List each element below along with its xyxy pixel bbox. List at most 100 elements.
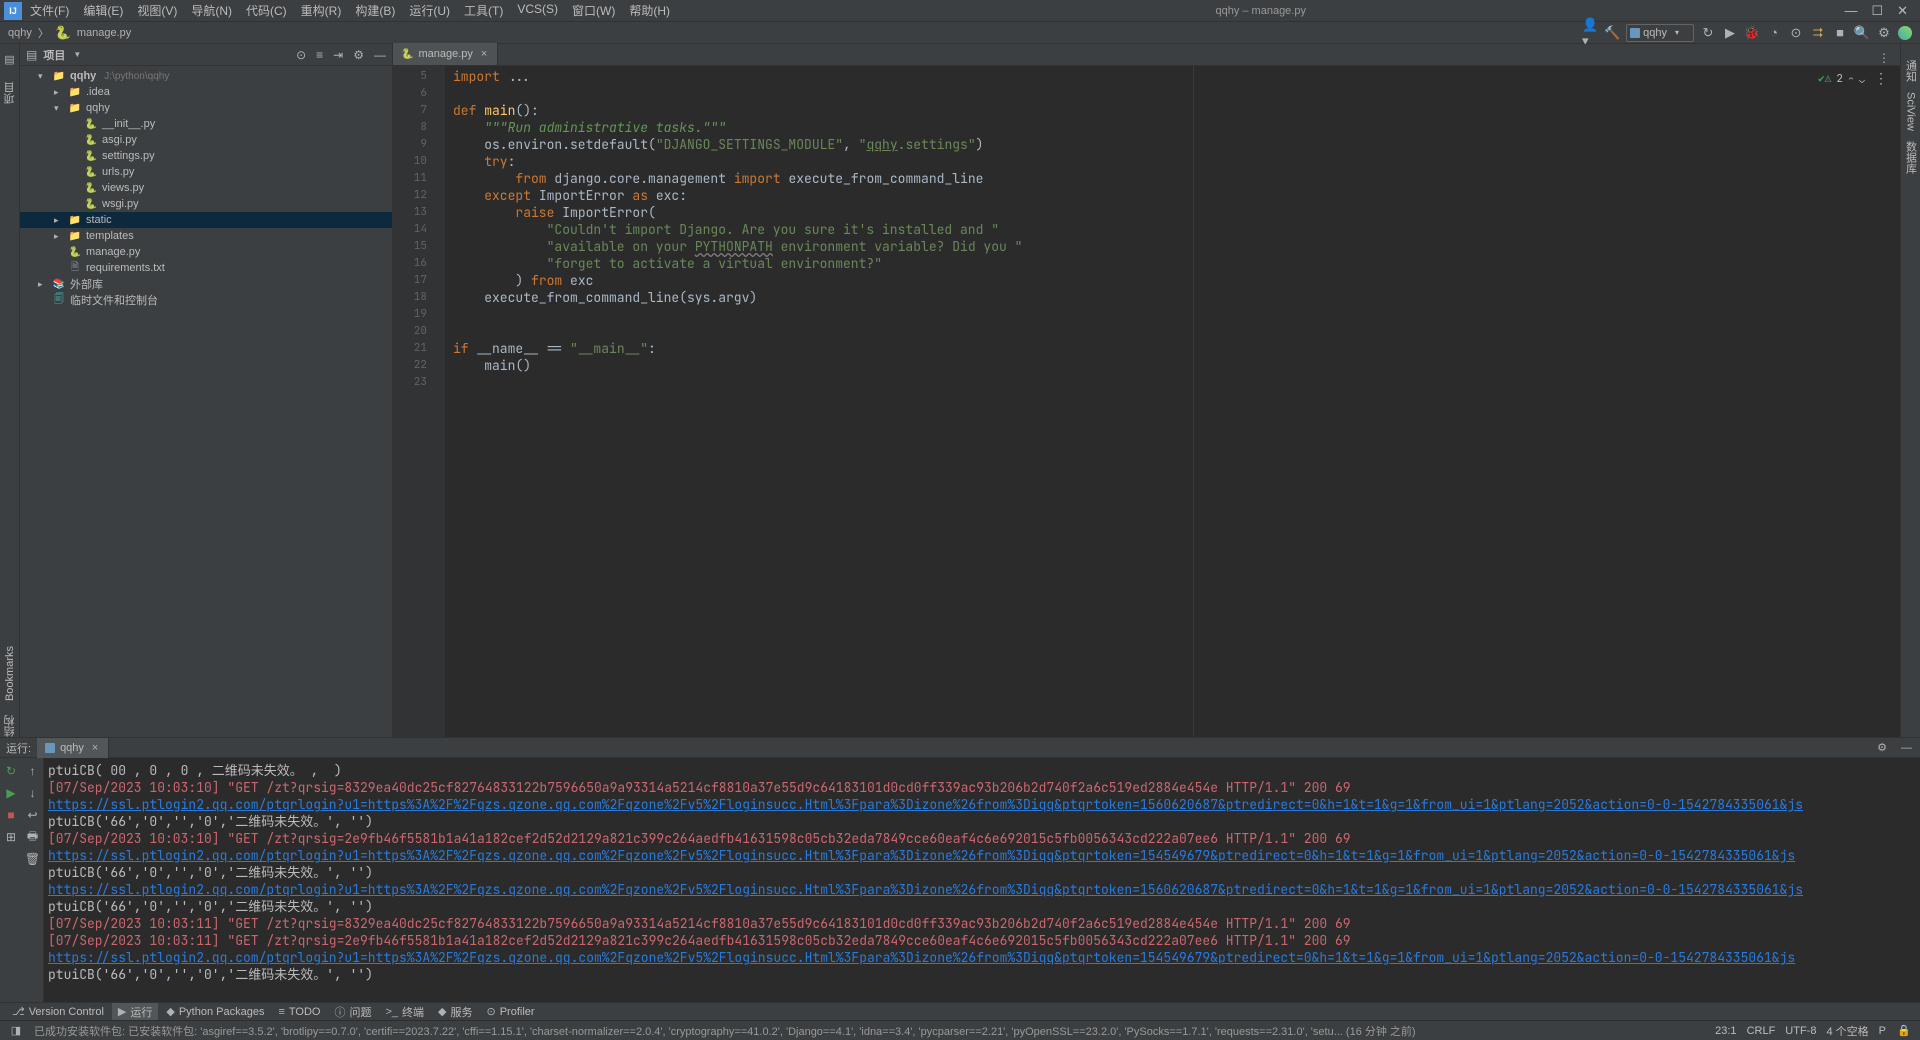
bottom-tab[interactable]: ⓘ问题 (328, 1003, 377, 1021)
menu-item[interactable]: 帮助(H) (622, 0, 677, 21)
menu-item[interactable]: 窗口(W) (565, 0, 622, 21)
locate-icon[interactable]: ⊙ (296, 48, 306, 62)
project-tree[interactable]: ▾📁qqhyJ:\python\qqhy ▸📁.idea ▾📁qqhy 🐍__i… (20, 66, 392, 737)
chevron-down-icon[interactable]: ▼ (73, 50, 81, 59)
minimize-icon[interactable]: — (1844, 3, 1857, 19)
menu-item[interactable]: VCS(S) (510, 0, 565, 21)
sciview-button[interactable]: SciView (1905, 92, 1917, 131)
wrap-icon[interactable]: ↩ (27, 806, 37, 824)
stop-icon[interactable]: ■ (7, 806, 14, 824)
tree-scratches[interactable]: 🗐临时文件和控制台 (20, 292, 392, 308)
menu-item[interactable]: 代码(C) (239, 0, 294, 21)
run-tab-qqhy[interactable]: qqhy × (37, 738, 109, 758)
menu-item[interactable]: 文件(F) (23, 0, 76, 21)
tree-pyfile[interactable]: 🐍asgi.py (20, 132, 392, 148)
chevron-down-icon[interactable]: ⌄ (1859, 73, 1865, 86)
trash-icon[interactable]: 🗑 (25, 850, 40, 868)
tool-windows-icon[interactable]: ◨ (8, 1023, 24, 1039)
database-button[interactable]: 数据库 (1903, 141, 1919, 174)
menu-item[interactable]: 编辑(E) (76, 0, 130, 21)
bottom-tab[interactable]: ⎇Version Control (6, 1004, 110, 1019)
tabs-more-icon[interactable]: ⋮ (1878, 51, 1890, 65)
close-icon[interactable]: ✕ (1897, 3, 1908, 19)
bottom-tab[interactable]: ▶运行 (112, 1003, 158, 1021)
expand-all-icon[interactable]: ≡ (316, 48, 323, 62)
bottom-tab[interactable]: ◆Python Packages (160, 1004, 270, 1019)
close-run-tab-icon[interactable]: × (92, 742, 98, 754)
gear-icon[interactable]: ⚙ (353, 48, 364, 62)
inspection-widget[interactable]: ✔⚠ 2 ⌃ ⌄ ⋮ (1818, 70, 1888, 88)
menu-item[interactable]: 运行(U) (402, 0, 457, 21)
menu-item[interactable]: 重构(R) (294, 0, 349, 21)
hide-icon[interactable]: — (374, 48, 386, 62)
tree-pyfile[interactable]: 🐍wsgi.py (20, 196, 392, 212)
search-everywhere-icon[interactable]: 🔍 (1854, 25, 1870, 41)
gear-icon[interactable]: ⚙ (1877, 741, 1887, 754)
down-icon[interactable]: ↓ (30, 784, 36, 802)
rerun-failed-icon[interactable]: ▶ (6, 784, 15, 802)
menu-item[interactable]: 导航(N) (184, 0, 239, 21)
tab-manage-py[interactable]: 🐍 manage.py × (393, 43, 498, 65)
tree-pkg[interactable]: ▾📁qqhy (20, 100, 392, 116)
tree-static[interactable]: ▸📁static (20, 212, 392, 228)
bookmarks-button[interactable]: Bookmarks (4, 646, 16, 701)
tree-pyfile[interactable]: 🐍views.py (20, 180, 392, 196)
tree-ext-lib[interactable]: ▸📚外部库 (20, 276, 392, 292)
tree-pyfile[interactable]: 🐍__init__.py (20, 116, 392, 132)
tree-templates[interactable]: ▸📁templates (20, 228, 392, 244)
caret-position[interactable]: 23:1 (1715, 1025, 1736, 1037)
collapse-all-icon[interactable]: ⇥ (333, 48, 343, 62)
console-output[interactable]: ptuiCB( 00 , 0 , 0 , 二维码未失效。 , )[07/Sep/… (44, 758, 1920, 1002)
notifications-button[interactable]: 通知 (1903, 60, 1919, 82)
project-tool-button[interactable]: ▤ (2, 50, 18, 68)
print-icon[interactable]: 🖶 (27, 828, 38, 846)
bottom-tab[interactable]: ◆服务 (432, 1003, 478, 1021)
interpreter[interactable]: P (1879, 1025, 1886, 1037)
console-link[interactable]: https://ssl.ptlogin2.qq.com/ptqrlogin?u1… (48, 847, 1916, 864)
ai-assistant-icon[interactable] (1898, 26, 1912, 40)
breadcrumb-project[interactable]: qqhy (8, 27, 32, 39)
console-link[interactable]: https://ssl.ptlogin2.qq.com/ptqrlogin?u1… (48, 949, 1916, 966)
breadcrumb-file[interactable]: manage.py (77, 27, 131, 39)
lock-icon[interactable]: 🔒 (1896, 1023, 1912, 1039)
run-icon[interactable]: ▶ (1722, 25, 1738, 41)
menu-item[interactable]: 工具(T) (457, 0, 510, 21)
more-icon[interactable]: ⋮ (1874, 70, 1888, 88)
debug-icon[interactable]: 🐞 (1744, 25, 1760, 41)
user-icon[interactable]: 👤▾ (1582, 25, 1598, 41)
menu-item[interactable]: 构建(B) (348, 0, 402, 21)
menu-item[interactable]: 视图(V) (130, 0, 184, 21)
up-icon[interactable]: ↑ (30, 762, 36, 780)
stop-icon[interactable]: ■ (1832, 25, 1848, 41)
bottom-tab[interactable]: ≡TODO (272, 1005, 326, 1019)
layout-icon[interactable]: ⊞ (6, 828, 16, 846)
chevron-up-icon[interactable]: ⌃ (1848, 73, 1854, 86)
project-label[interactable]: 项目 (2, 82, 18, 104)
line-ending[interactable]: CRLF (1747, 1025, 1776, 1037)
intention-bulb-icon[interactable]: 💡 (445, 357, 447, 374)
tree-manage[interactable]: 🐍manage.py (20, 244, 392, 260)
tree-pyfile[interactable]: 🐍settings.py (20, 148, 392, 164)
profile-icon[interactable]: ⊙ (1788, 25, 1804, 41)
close-tab-icon[interactable]: × (481, 48, 487, 60)
run-config-selector[interactable]: qqhy (1626, 24, 1694, 42)
maximize-icon[interactable]: ☐ (1871, 3, 1883, 19)
settings-icon[interactable]: ⚙ (1876, 25, 1892, 41)
code-editor[interactable]: 567891011121314151617181920212223 import… (393, 66, 1900, 737)
bottom-tab[interactable]: >_终端 (379, 1003, 430, 1021)
reload-icon[interactable]: ↻ (1700, 25, 1716, 41)
tree-root[interactable]: ▾📁qqhyJ:\python\qqhy (20, 68, 392, 84)
coverage-icon[interactable]: ◔ (1766, 25, 1782, 41)
build-icon[interactable]: 🔨 (1604, 25, 1620, 41)
indent[interactable]: 4 个空格 (1826, 1023, 1868, 1039)
encoding[interactable]: UTF-8 (1785, 1025, 1816, 1037)
rerun-icon[interactable]: ↻ (6, 762, 16, 780)
attach-icon[interactable]: ⮆ (1810, 25, 1826, 41)
tree-idea[interactable]: ▸📁.idea (20, 84, 392, 100)
structure-button[interactable]: 结构 (2, 715, 18, 737)
console-link[interactable]: https://ssl.ptlogin2.qq.com/ptqrlogin?u1… (48, 881, 1916, 898)
hide-icon[interactable]: — (1901, 742, 1912, 754)
tree-requirements[interactable]: 🗎requirements.txt (20, 260, 392, 276)
tree-pyfile[interactable]: 🐍urls.py (20, 164, 392, 180)
bottom-tab[interactable]: ⊙Profiler (480, 1004, 540, 1019)
